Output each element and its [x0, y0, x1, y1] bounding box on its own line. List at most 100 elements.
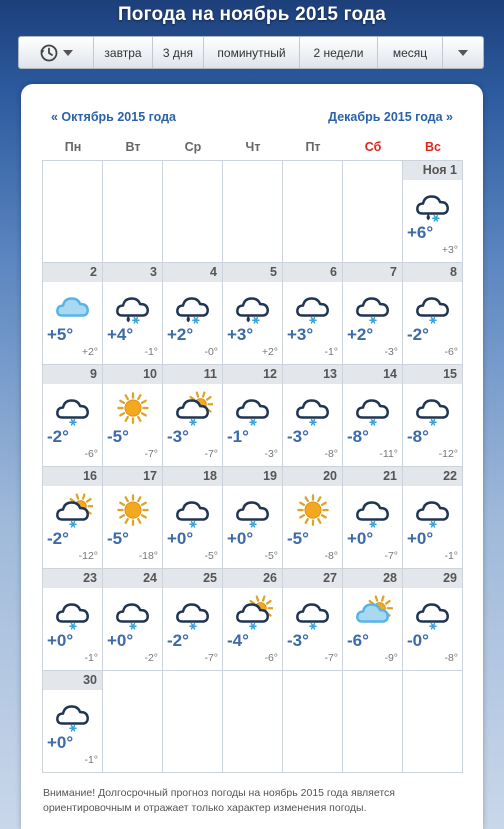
night-temperature: -3°	[384, 346, 398, 358]
page-title: Погода на ноябрь 2015 года	[117, 4, 387, 25]
calendar-day-cell[interactable]: 11 -3° -7°	[163, 365, 223, 467]
weekday-label: Пн	[64, 140, 82, 154]
rain-snow-cloud-icon	[233, 289, 273, 325]
calendar-day-cell[interactable]: 19 +0° -5°	[223, 467, 283, 569]
day-number: 2	[43, 263, 102, 282]
rain-snow-cloud-icon	[173, 289, 213, 325]
day-number: 19	[223, 467, 282, 486]
cloud-icon	[53, 289, 93, 325]
day-number: 3	[103, 263, 162, 282]
night-temperature: +2°	[81, 346, 98, 358]
day-number: Ноя 1	[403, 161, 462, 180]
calendar-empty-cell	[103, 161, 163, 263]
night-temperature: -1°	[84, 652, 98, 664]
calendar-day-cell[interactable]: 7 +2° -3°	[343, 263, 403, 365]
calendar-card: « Октябрь 2015 года Декабрь 2015 года » …	[21, 84, 483, 829]
night-temperature: -6°	[84, 448, 98, 460]
calendar-day-cell[interactable]: 14 -8° -11°	[343, 365, 403, 467]
calendar-day-cell[interactable]: 21 +0° -7°	[343, 467, 403, 569]
night-temperature: -6°	[444, 346, 458, 358]
calendar-day-cell[interactable]: 13 -3° -8°	[283, 365, 343, 467]
snow-cloud-icon	[413, 595, 453, 631]
forecast-nav: завтра 3 дня поминутный 2 недели месяц	[18, 36, 484, 69]
day-temperature: -2°	[167, 631, 189, 650]
more-button[interactable]	[443, 37, 483, 68]
calendar-day-cell[interactable]: 3 +4° -1°	[103, 263, 163, 365]
sun-snow-cloud-icon	[173, 391, 215, 427]
calendar-day-cell[interactable]: 16 -2° -12°	[43, 467, 103, 569]
day-temperature: +0°	[347, 529, 374, 548]
snow-cloud-icon	[53, 391, 93, 427]
calendar-day-cell[interactable]: 10 -5° -7°	[103, 365, 163, 467]
snow-cloud-icon	[353, 289, 393, 325]
next-month-link[interactable]: Декабрь 2015 года »	[328, 110, 453, 124]
calendar-day-cell[interactable]: 17 -5° -18°	[103, 467, 163, 569]
calendar-day-cell[interactable]: 5 +3° +2°	[223, 263, 283, 365]
calendar-grid: Ноя 1 +6° +3° 2 +5° +2° 3 +4° -1° 4 +2° -0° 5 +3° +2° 6…	[42, 160, 463, 773]
calendar-day-cell[interactable]: 18 +0° -5°	[163, 467, 223, 569]
night-temperature: -1°	[144, 346, 158, 358]
tab-2-weeks[interactable]: 2 недели	[300, 37, 378, 68]
calendar-day-cell[interactable]: 15 -8° -12°	[403, 365, 463, 467]
sun-snow-cloud-icon	[53, 493, 95, 529]
night-temperature: -11°	[379, 448, 398, 460]
calendar-day-cell[interactable]: 6 +3° -1°	[283, 263, 343, 365]
sun-icon	[113, 493, 153, 529]
night-temperature: -7°	[204, 448, 218, 460]
calendar-day-cell[interactable]: 28 -6° -9°	[343, 569, 403, 671]
tab-minutely[interactable]: поминутный	[204, 37, 300, 68]
day-number: 28	[343, 569, 402, 588]
calendar-day-cell[interactable]: 20 -5° -8°	[283, 467, 343, 569]
dropdown-arrow-icon	[63, 49, 73, 56]
prev-month-link[interactable]: « Октябрь 2015 года	[51, 110, 176, 124]
calendar-empty-cell	[343, 671, 403, 773]
weekday-label: Пт	[305, 140, 321, 154]
day-number: 12	[223, 365, 282, 384]
calendar-day-cell[interactable]: 23 +0° -1°	[43, 569, 103, 671]
calendar-day-cell[interactable]: 2 +5° +2°	[43, 263, 103, 365]
day-number: 18	[163, 467, 222, 486]
calendar-empty-cell	[163, 161, 223, 263]
tab-tomorrow[interactable]: завтра	[94, 37, 153, 68]
calendar-day-cell[interactable]: 27 -3° -7°	[283, 569, 343, 671]
day-number: 26	[223, 569, 282, 588]
night-temperature: -9°	[384, 652, 398, 664]
day-number: 21	[343, 467, 402, 486]
calendar-empty-cell	[343, 161, 403, 263]
calendar-day-cell[interactable]: 29 -0° -8°	[403, 569, 463, 671]
forecast-notice: Внимание! Долгосрочный прогноз погоды на…	[43, 787, 395, 814]
calendar-day-cell[interactable]: 4 +2° -0°	[163, 263, 223, 365]
day-temperature: +0°	[227, 529, 254, 548]
night-temperature: -0°	[204, 346, 218, 358]
day-temperature: +0°	[107, 631, 134, 650]
night-temperature: -7°	[204, 652, 218, 664]
night-temperature: +2°	[261, 346, 278, 358]
calendar-day-cell[interactable]: 26 -4° -6°	[223, 569, 283, 671]
day-temperature: +0°	[47, 631, 74, 650]
calendar-day-cell[interactable]: Ноя 1 +6° +3°	[403, 161, 463, 263]
calendar-day-cell[interactable]: 12 -1° -3°	[223, 365, 283, 467]
calendar-day-cell[interactable]: 30 +0° -1°	[43, 671, 103, 773]
day-number: 8	[403, 263, 462, 282]
calendar-day-cell[interactable]: 22 +0° -1°	[403, 467, 463, 569]
tab-month[interactable]: месяц	[378, 37, 443, 68]
tab-3-days[interactable]: 3 дня	[153, 37, 204, 68]
day-temperature: +0°	[47, 733, 74, 752]
day-temperature: +5°	[47, 325, 74, 344]
snow-cloud-icon	[113, 595, 153, 631]
history-button[interactable]	[19, 37, 94, 68]
calendar-day-cell[interactable]: 9 -2° -6°	[43, 365, 103, 467]
calendar-day-cell[interactable]: 25 -2° -7°	[163, 569, 223, 671]
day-number: 11	[163, 365, 222, 384]
calendar-day-cell[interactable]: 8 -2° -6°	[403, 263, 463, 365]
month-navigation: « Октябрь 2015 года Декабрь 2015 года »	[51, 110, 453, 126]
snow-cloud-icon	[53, 697, 93, 733]
calendar-empty-cell	[163, 671, 223, 773]
calendar-day-cell[interactable]: 24 +0° -2°	[103, 569, 163, 671]
day-temperature: +2°	[347, 325, 374, 344]
calendar-empty-cell	[223, 161, 283, 263]
night-temperature: -8°	[324, 550, 338, 562]
rain-snow-cloud-icon	[113, 289, 153, 325]
night-temperature: -5°	[264, 550, 278, 562]
night-temperature: -3°	[264, 448, 278, 460]
